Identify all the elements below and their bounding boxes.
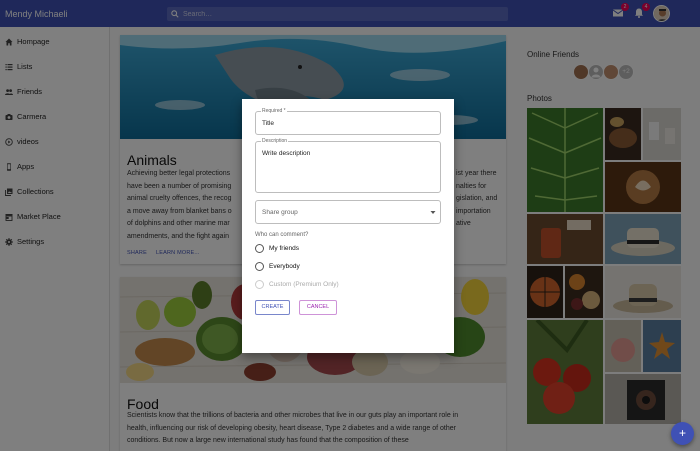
description-field[interactable]: Description Write description: [255, 138, 441, 193]
create-post-dialog: Required * Title Description Write descr…: [242, 99, 454, 353]
option-my-friends[interactable]: My friends: [255, 244, 299, 253]
add-post-button[interactable]: +: [671, 422, 694, 445]
option-label: Everybody: [269, 263, 300, 270]
description-field-label: Description: [261, 138, 289, 144]
title-field-label: Required *: [261, 108, 287, 114]
share-group-placeholder: Share group: [262, 209, 298, 216]
description-field-value[interactable]: Write description: [262, 150, 310, 157]
radio-my-friends[interactable]: [255, 244, 264, 253]
radio-custom-disabled: [255, 280, 264, 289]
title-field-value[interactable]: Title: [262, 120, 274, 127]
comment-permission-label: Who can comment?: [255, 232, 309, 238]
cancel-button[interactable]: CANCEL: [299, 300, 337, 315]
share-group-select[interactable]: Share group: [255, 200, 441, 224]
option-label: Custom (Premium Only): [269, 281, 339, 288]
create-button[interactable]: CREATE: [255, 300, 290, 315]
option-custom: Custom (Premium Only): [255, 280, 339, 289]
plus-icon: +: [678, 426, 686, 440]
title-field[interactable]: Required * Title: [255, 108, 441, 135]
option-everybody[interactable]: Everybody: [255, 262, 300, 271]
radio-everybody[interactable]: [255, 262, 264, 271]
dropdown-arrow-icon: [430, 211, 436, 214]
option-label: My friends: [269, 245, 299, 252]
